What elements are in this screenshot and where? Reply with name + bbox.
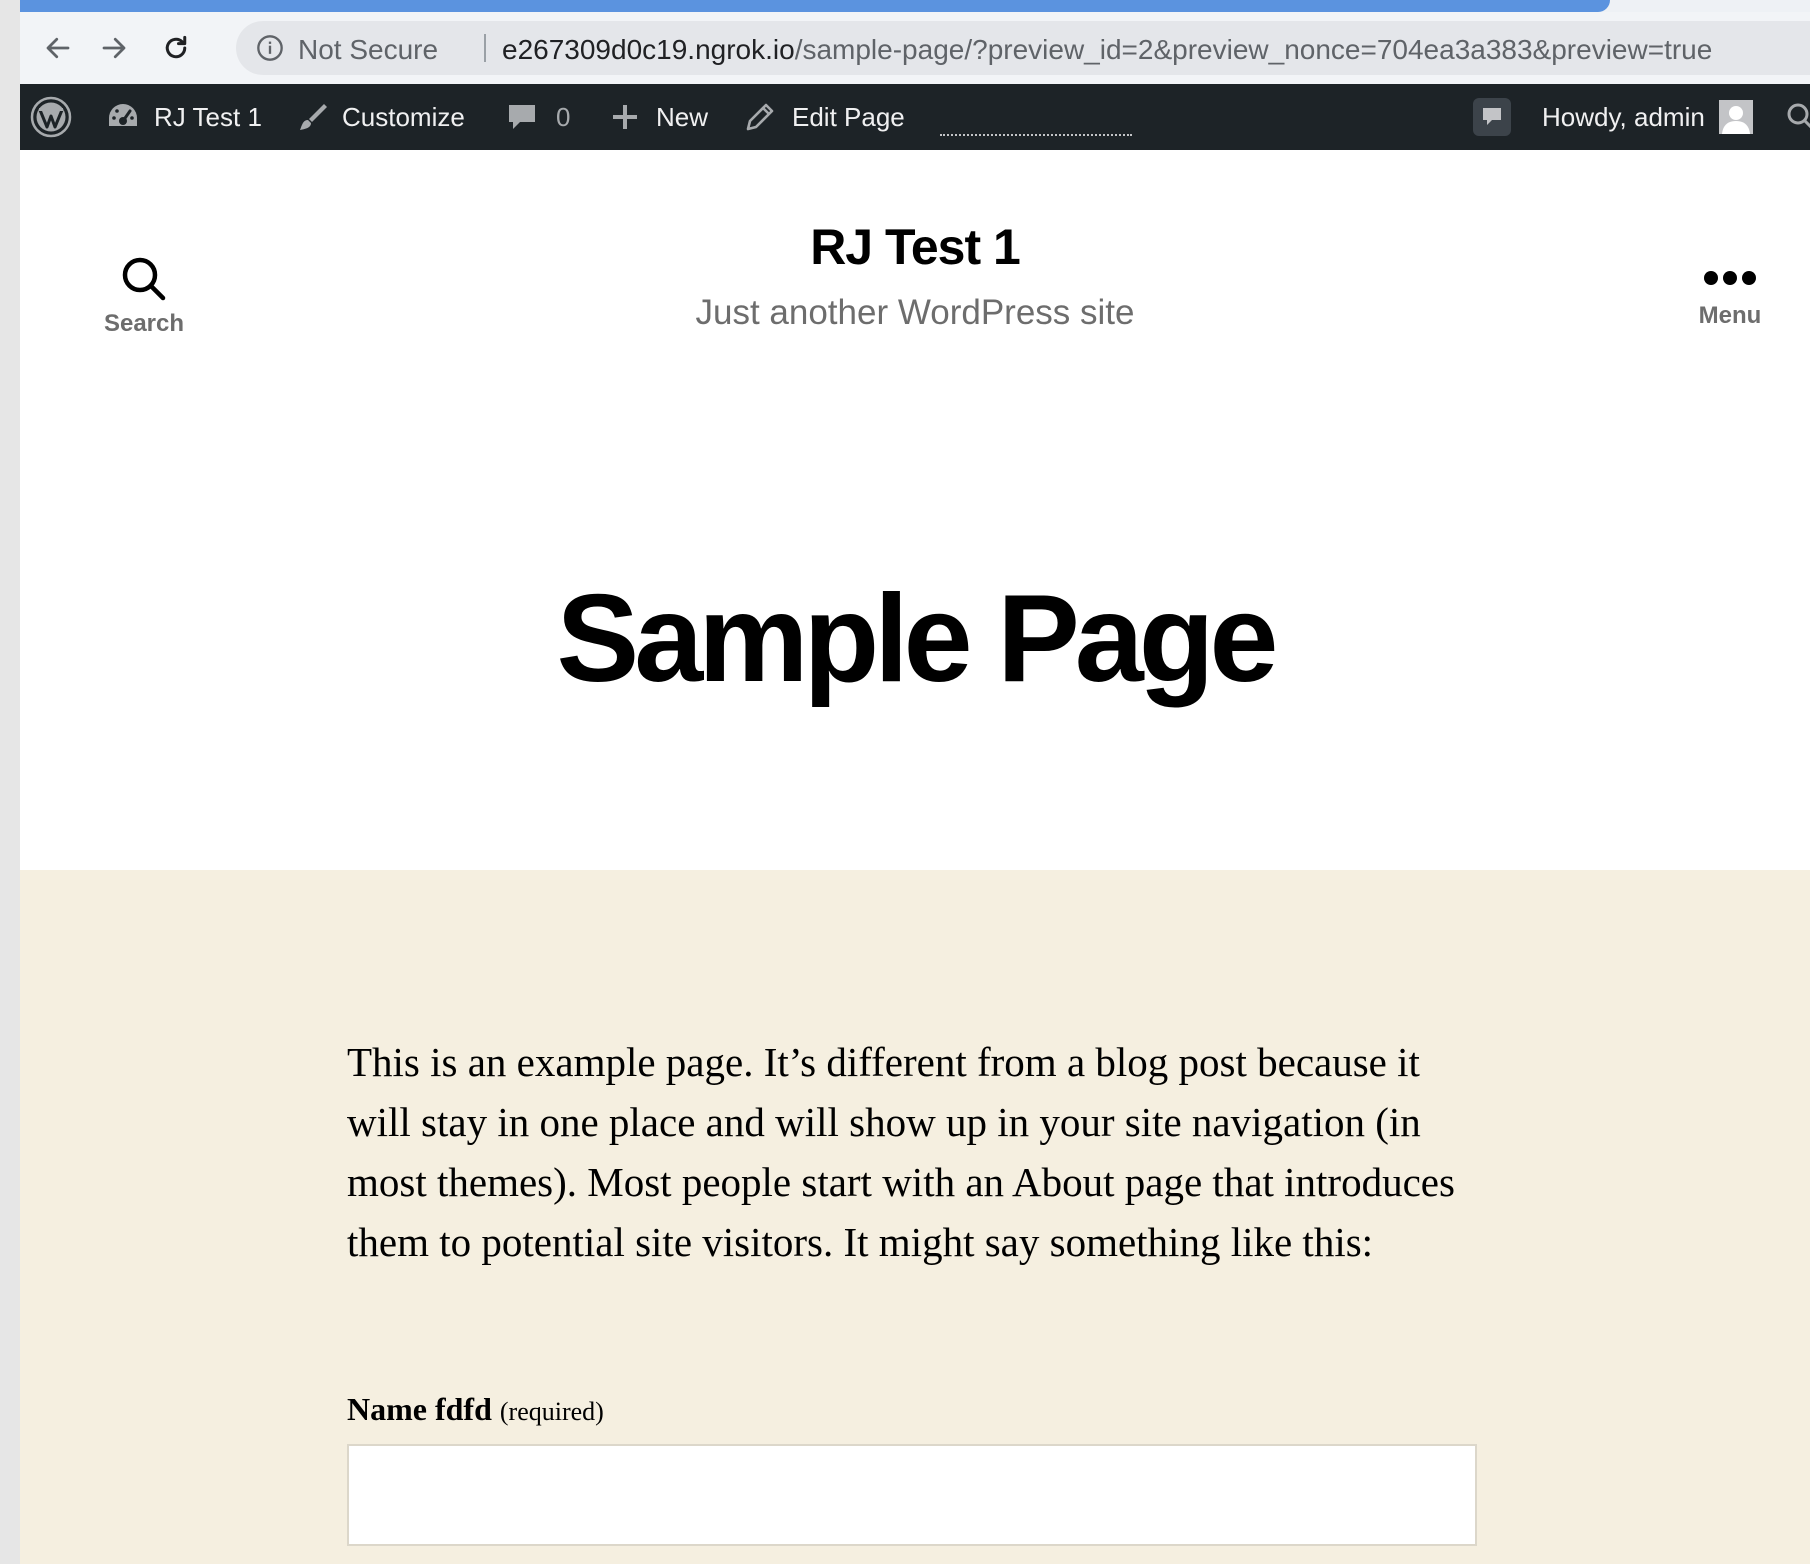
info-icon[interactable]	[256, 34, 284, 62]
required-label: (required)	[499, 1397, 604, 1426]
site-description: Just another WordPress site	[695, 293, 1135, 332]
account-menu[interactable]: Howdy, admin	[1542, 84, 1753, 150]
browser-window: Not Secure e267309d0c19.ngrok.io/sample-…	[20, 0, 1810, 1564]
avatar	[1718, 100, 1753, 134]
url-text[interactable]: e267309d0c19.ngrok.io/sample-page/?previ…	[502, 34, 1712, 66]
name-label-text: Name fdfd	[347, 1391, 492, 1427]
address-separator	[484, 34, 486, 62]
menu-toggle-label: Menu	[1698, 302, 1762, 329]
dashboard-icon	[109, 104, 137, 126]
page-body-text: This is an example page. It’s different …	[347, 1039, 1455, 1265]
notification-bubble-icon	[1473, 98, 1511, 136]
wordpress-logo-button[interactable]	[30, 84, 72, 150]
howdy-label: Howdy, admin	[1542, 101, 1705, 132]
tab-strip	[20, 0, 1810, 12]
notifications-button[interactable]	[1472, 84, 1512, 150]
customize-button[interactable]: Customize	[296, 84, 465, 150]
ellipsis-icon	[1704, 271, 1756, 285]
url-host: e267309d0c19.ngrok.io	[502, 34, 795, 65]
arrow-right-icon	[102, 37, 126, 59]
entry-content: This is an example page. It’s different …	[20, 870, 1810, 1564]
comments-count: 0	[556, 101, 571, 132]
site-header: Search RJ Test 1 Just another WordPress …	[20, 150, 1810, 870]
wp-admin-bar: RJ Test 1 Customize 0 New Edit Page Howd…	[20, 84, 1810, 150]
search-icon	[1787, 103, 1810, 129]
menu-toggle[interactable]: Menu	[1670, 268, 1790, 330]
paintbrush-icon	[300, 104, 327, 130]
site-title[interactable]: RJ Test 1	[20, 218, 1810, 276]
active-tab[interactable]	[20, 0, 1610, 12]
user-silhouette-icon	[1718, 100, 1753, 134]
window-left-edge	[0, 0, 20, 1564]
customize-label: Customize	[342, 101, 465, 132]
edit-page-label: Edit Page	[792, 101, 905, 132]
back-button[interactable]	[36, 26, 80, 70]
name-field-label: Name fdfd (required)	[347, 1391, 604, 1428]
pencil-icon	[746, 103, 774, 131]
admin-bar-dotted-rule	[940, 134, 1132, 136]
comments-button[interactable]: 0	[506, 84, 570, 150]
url-path: /sample-page/?preview_id=2&preview_nonce…	[794, 34, 1713, 65]
comment-bubble-icon	[509, 105, 535, 129]
arrow-left-icon	[46, 37, 70, 59]
wordpress-logo-icon	[30, 96, 72, 138]
security-label[interactable]: Not Secure	[298, 34, 438, 66]
address-row: Not Secure e267309d0c19.ngrok.io/sample-…	[20, 12, 1810, 84]
reload-icon	[165, 35, 187, 59]
page-title: Sample Page	[556, 570, 1279, 708]
address-bar[interactable]: Not Secure e267309d0c19.ngrok.io/sample-…	[236, 21, 1810, 75]
reload-button[interactable]	[154, 26, 198, 70]
new-label: New	[656, 101, 709, 132]
plus-icon	[613, 105, 637, 129]
new-content-button[interactable]: New	[610, 84, 708, 150]
site-name-label: RJ Test 1	[154, 101, 262, 132]
name-field[interactable]	[347, 1444, 1477, 1546]
site-name-menu[interactable]: RJ Test 1	[106, 84, 262, 150]
forward-button[interactable]	[92, 26, 136, 70]
admin-search-button[interactable]	[1786, 84, 1810, 150]
edit-page-button[interactable]: Edit Page	[744, 84, 905, 150]
